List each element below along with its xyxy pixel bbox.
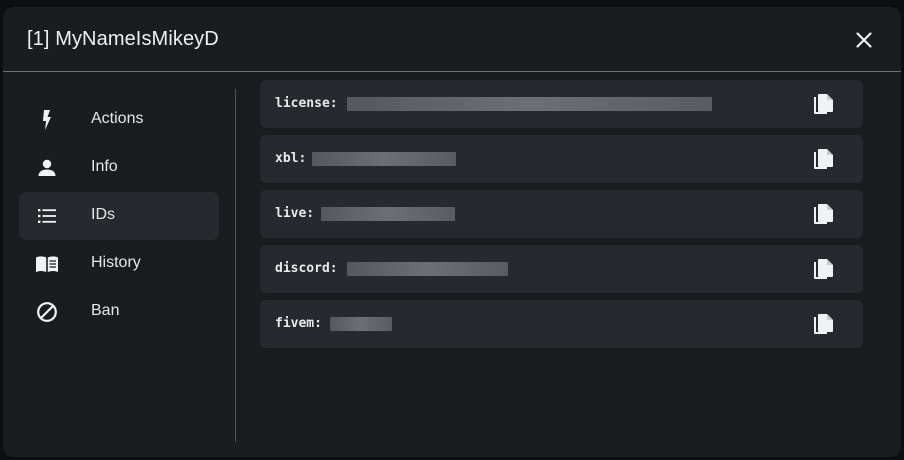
copy-icon bbox=[814, 314, 833, 334]
sidebar-item-label: Info bbox=[91, 158, 118, 175]
id-row-fivem: fivem: bbox=[260, 300, 863, 348]
sidebar-item-label: History bbox=[91, 254, 141, 271]
redacted-value bbox=[347, 97, 712, 111]
sidebar-item-ids[interactable]: IDs bbox=[19, 192, 219, 240]
copy-icon bbox=[814, 94, 833, 114]
person-icon bbox=[35, 156, 59, 180]
copy-button[interactable] bbox=[813, 257, 835, 281]
id-row-xbl: xbl: bbox=[260, 135, 863, 183]
copy-button[interactable] bbox=[813, 202, 835, 226]
modal-title: [1] MyNameIsMikeyD bbox=[27, 28, 219, 50]
sidebar-divider bbox=[235, 89, 236, 442]
sidebar-item-ban[interactable]: Ban bbox=[19, 288, 219, 336]
close-icon bbox=[856, 32, 872, 48]
id-key: xbl: bbox=[275, 151, 307, 166]
id-row-discord: discord: bbox=[260, 245, 863, 293]
ids-list: license: xbl: live: discord: fivem: bbox=[260, 80, 863, 355]
sidebar-item-actions[interactable]: Actions bbox=[19, 96, 219, 144]
copy-button[interactable] bbox=[813, 312, 835, 336]
modal-header: [1] MyNameIsMikeyD bbox=[3, 7, 901, 72]
copy-button[interactable] bbox=[813, 147, 835, 171]
sidebar: Actions Info IDs History Ban bbox=[19, 96, 219, 336]
id-key: license: bbox=[275, 96, 338, 111]
copy-icon bbox=[814, 149, 833, 169]
id-row-license: license: bbox=[260, 80, 863, 128]
id-key: fivem: bbox=[275, 316, 322, 331]
copy-icon bbox=[814, 204, 833, 224]
id-row-live: live: bbox=[260, 190, 863, 238]
player-modal: [1] MyNameIsMikeyD Actions Info IDs Hist… bbox=[3, 7, 901, 457]
sidebar-item-info[interactable]: Info bbox=[19, 144, 219, 192]
redacted-value bbox=[312, 152, 456, 166]
list-icon bbox=[35, 204, 59, 228]
id-key: live: bbox=[275, 206, 315, 221]
lightning-icon bbox=[35, 108, 59, 132]
sidebar-item-label: Actions bbox=[91, 110, 144, 127]
sidebar-item-label: IDs bbox=[91, 206, 115, 223]
close-button[interactable] bbox=[851, 27, 877, 53]
id-key: discord: bbox=[275, 261, 338, 276]
redacted-value bbox=[347, 262, 508, 276]
sidebar-item-history[interactable]: History bbox=[19, 240, 219, 288]
sidebar-item-label: Ban bbox=[91, 302, 120, 319]
redacted-value bbox=[321, 207, 455, 221]
copy-icon bbox=[814, 259, 833, 279]
ban-icon bbox=[35, 300, 59, 324]
book-icon bbox=[35, 252, 59, 276]
redacted-value bbox=[330, 317, 392, 331]
copy-button[interactable] bbox=[813, 92, 835, 116]
